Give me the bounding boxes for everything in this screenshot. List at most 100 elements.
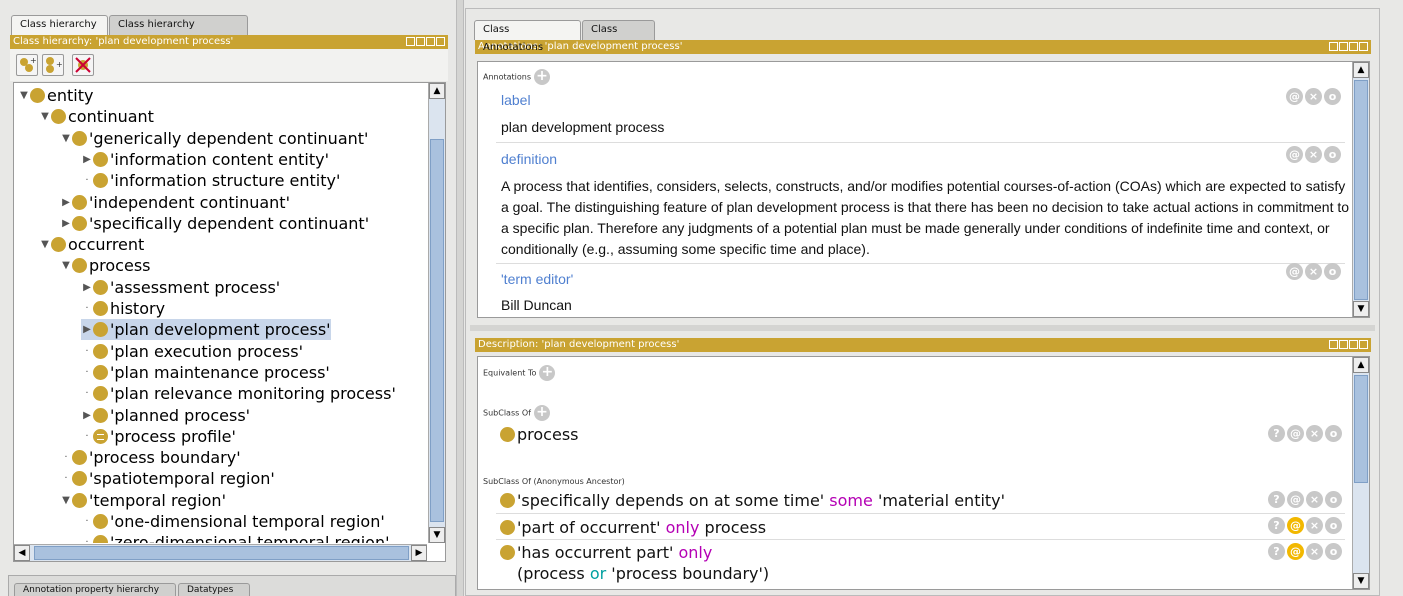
- tree-node[interactable]: · 'plan maintenance process': [81, 362, 329, 383]
- scroll-up-arrow-icon[interactable]: ▲: [1353, 357, 1369, 373]
- annotations-view-buttons[interactable]: [1329, 42, 1368, 51]
- collapsed-triangle-icon[interactable]: ▶: [60, 213, 72, 234]
- edit-o-icon[interactable]: o: [1325, 543, 1342, 560]
- annotations-scroll-thumb[interactable]: [1354, 80, 1368, 300]
- view-button-icon[interactable]: [1349, 42, 1358, 51]
- subclass-axiom-row[interactable]: process: [500, 425, 578, 444]
- collapsed-triangle-icon[interactable]: ▶: [60, 192, 72, 213]
- tree-node[interactable]: · 'spatiotemporal region': [60, 468, 274, 489]
- annotate-at-icon[interactable]: @: [1286, 263, 1303, 280]
- tree-vertical-scrollbar[interactable]: ▲ ▼: [428, 83, 445, 543]
- edit-o-icon[interactable]: o: [1324, 263, 1341, 280]
- ancestor-axiom-row[interactable]: 'has occurrent part' only: [500, 543, 712, 562]
- view-button-icon[interactable]: [406, 37, 415, 46]
- expanded-triangle-icon[interactable]: ▼: [39, 234, 51, 255]
- expanded-triangle-icon[interactable]: ▼: [60, 255, 72, 276]
- collapsed-triangle-icon[interactable]: ▶: [81, 277, 93, 298]
- delete-x-icon[interactable]: ×: [1306, 491, 1323, 508]
- scroll-down-arrow-icon[interactable]: ▼: [1353, 573, 1369, 589]
- scroll-down-arrow-icon[interactable]: ▼: [429, 527, 445, 543]
- tab-class-hierarchy[interactable]: Class hierarchy: [11, 15, 108, 35]
- tree-node[interactable]: · 'process profile': [81, 426, 236, 447]
- annotate-at-icon[interactable]: @: [1287, 425, 1304, 442]
- scroll-left-arrow-icon[interactable]: ◀: [14, 545, 30, 561]
- tree-node[interactable]: · 'zero-dimensional temporal region': [81, 532, 390, 543]
- close-view-icon[interactable]: [436, 37, 445, 46]
- delete-x-icon[interactable]: ×: [1306, 425, 1323, 442]
- tree-node[interactable]: · 'process boundary': [60, 447, 240, 468]
- view-button-icon[interactable]: [1339, 42, 1348, 51]
- add-equivalent-icon[interactable]: +: [539, 365, 556, 381]
- delete-x-icon[interactable]: ×: [1305, 88, 1322, 105]
- tree-node[interactable]: ▶ 'plan development process': [81, 319, 331, 341]
- close-view-icon[interactable]: [1359, 340, 1368, 349]
- add-sibling-button[interactable]: +: [42, 54, 64, 76]
- scroll-up-arrow-icon[interactable]: ▲: [429, 83, 445, 99]
- delete-class-button[interactable]: [72, 54, 94, 76]
- annotate-at-icon[interactable]: @: [1287, 491, 1304, 508]
- edit-o-icon[interactable]: o: [1324, 146, 1341, 163]
- add-superclass-icon[interactable]: +: [533, 405, 550, 421]
- explain-question-icon[interactable]: ?: [1268, 543, 1285, 560]
- tree-node[interactable]: ▶ 'planned process': [81, 405, 250, 426]
- description-scroll-thumb[interactable]: [1354, 375, 1368, 483]
- annotation-property-label[interactable]: label: [501, 92, 531, 108]
- expanded-triangle-icon[interactable]: ▼: [60, 490, 72, 511]
- tree-node[interactable]: · history: [81, 298, 165, 319]
- annotation-property-definition[interactable]: definition: [501, 151, 557, 167]
- tree-node[interactable]: ▼ occurrent: [39, 234, 144, 255]
- annotate-at-icon[interactable]: @: [1286, 88, 1303, 105]
- annotate-at-icon[interactable]: @: [1286, 146, 1303, 163]
- tree-node[interactable]: ▼ continuant: [39, 106, 154, 127]
- tree-node[interactable]: · 'one-dimensional temporal region': [81, 511, 384, 532]
- explain-question-icon[interactable]: ?: [1268, 517, 1285, 534]
- edit-o-icon[interactable]: o: [1325, 425, 1342, 442]
- edit-o-icon[interactable]: o: [1325, 491, 1342, 508]
- tree-node[interactable]: · 'plan execution process': [81, 341, 303, 362]
- expanded-triangle-icon[interactable]: ▼: [18, 85, 30, 106]
- description-scrollbar[interactable]: ▲ ▼: [1352, 357, 1369, 589]
- delete-x-icon[interactable]: ×: [1306, 517, 1323, 534]
- view-button-icon[interactable]: [1329, 340, 1338, 349]
- horizontal-splitter[interactable]: [470, 325, 1375, 331]
- tab-class-hierarchy-inferred[interactable]: Class hierarchy (inferred): [109, 15, 248, 48]
- tree-node[interactable]: ▶ 'assessment process': [81, 277, 280, 298]
- tree-node[interactable]: ▶ 'independent continuant': [60, 192, 290, 213]
- tab-class-annotations[interactable]: Class Annotations: [474, 20, 581, 53]
- edit-o-icon[interactable]: o: [1324, 88, 1341, 105]
- tree-node[interactable]: ▶ 'specifically dependent continuant': [60, 213, 369, 234]
- expanded-triangle-icon[interactable]: ▼: [39, 106, 51, 127]
- split-divider[interactable]: [456, 0, 464, 596]
- delete-x-icon[interactable]: ×: [1306, 543, 1323, 560]
- delete-x-icon[interactable]: ×: [1305, 263, 1322, 280]
- annotate-at-icon[interactable]: @: [1287, 543, 1304, 560]
- tree-scroll-thumb[interactable]: [430, 139, 444, 522]
- tree-node[interactable]: ▶ 'information content entity': [81, 149, 329, 170]
- tree-node[interactable]: ▼ entity: [18, 85, 93, 106]
- tab-class-usage[interactable]: Class Usage: [582, 20, 655, 53]
- tree-node[interactable]: · 'plan relevance monitoring process': [81, 383, 395, 404]
- view-button-icon[interactable]: [416, 37, 425, 46]
- scroll-right-arrow-icon[interactable]: ▶: [411, 545, 427, 561]
- add-annotation-icon[interactable]: +: [534, 69, 551, 85]
- collapsed-triangle-icon[interactable]: ▶: [81, 149, 93, 170]
- edit-o-icon[interactable]: o: [1325, 517, 1342, 534]
- delete-x-icon[interactable]: ×: [1305, 146, 1322, 163]
- close-view-icon[interactable]: [1359, 42, 1368, 51]
- annotate-at-icon[interactable]: @: [1287, 517, 1304, 534]
- expanded-triangle-icon[interactable]: ▼: [60, 128, 72, 149]
- scroll-down-arrow-icon[interactable]: ▼: [1353, 301, 1369, 317]
- explain-question-icon[interactable]: ?: [1268, 491, 1285, 508]
- ancestor-axiom-row[interactable]: 'specifically depends on at some time' s…: [500, 491, 1005, 510]
- scroll-up-arrow-icon[interactable]: ▲: [1353, 62, 1369, 78]
- view-button-icon[interactable]: [1329, 42, 1338, 51]
- tab-datatypes[interactable]: Datatypes: [178, 583, 250, 596]
- ancestor-axiom-row[interactable]: 'part of occurrent' only process: [500, 518, 766, 537]
- collapsed-triangle-icon[interactable]: ▶: [81, 405, 93, 426]
- add-subclass-button[interactable]: +: [16, 54, 38, 76]
- tree-hscroll-thumb[interactable]: [34, 546, 409, 560]
- view-buttons[interactable]: [406, 37, 445, 46]
- view-button-icon[interactable]: [1339, 340, 1348, 349]
- tree-horizontal-scrollbar[interactable]: ◀ ▶: [14, 544, 427, 561]
- tree-node[interactable]: ▼ process: [60, 255, 150, 276]
